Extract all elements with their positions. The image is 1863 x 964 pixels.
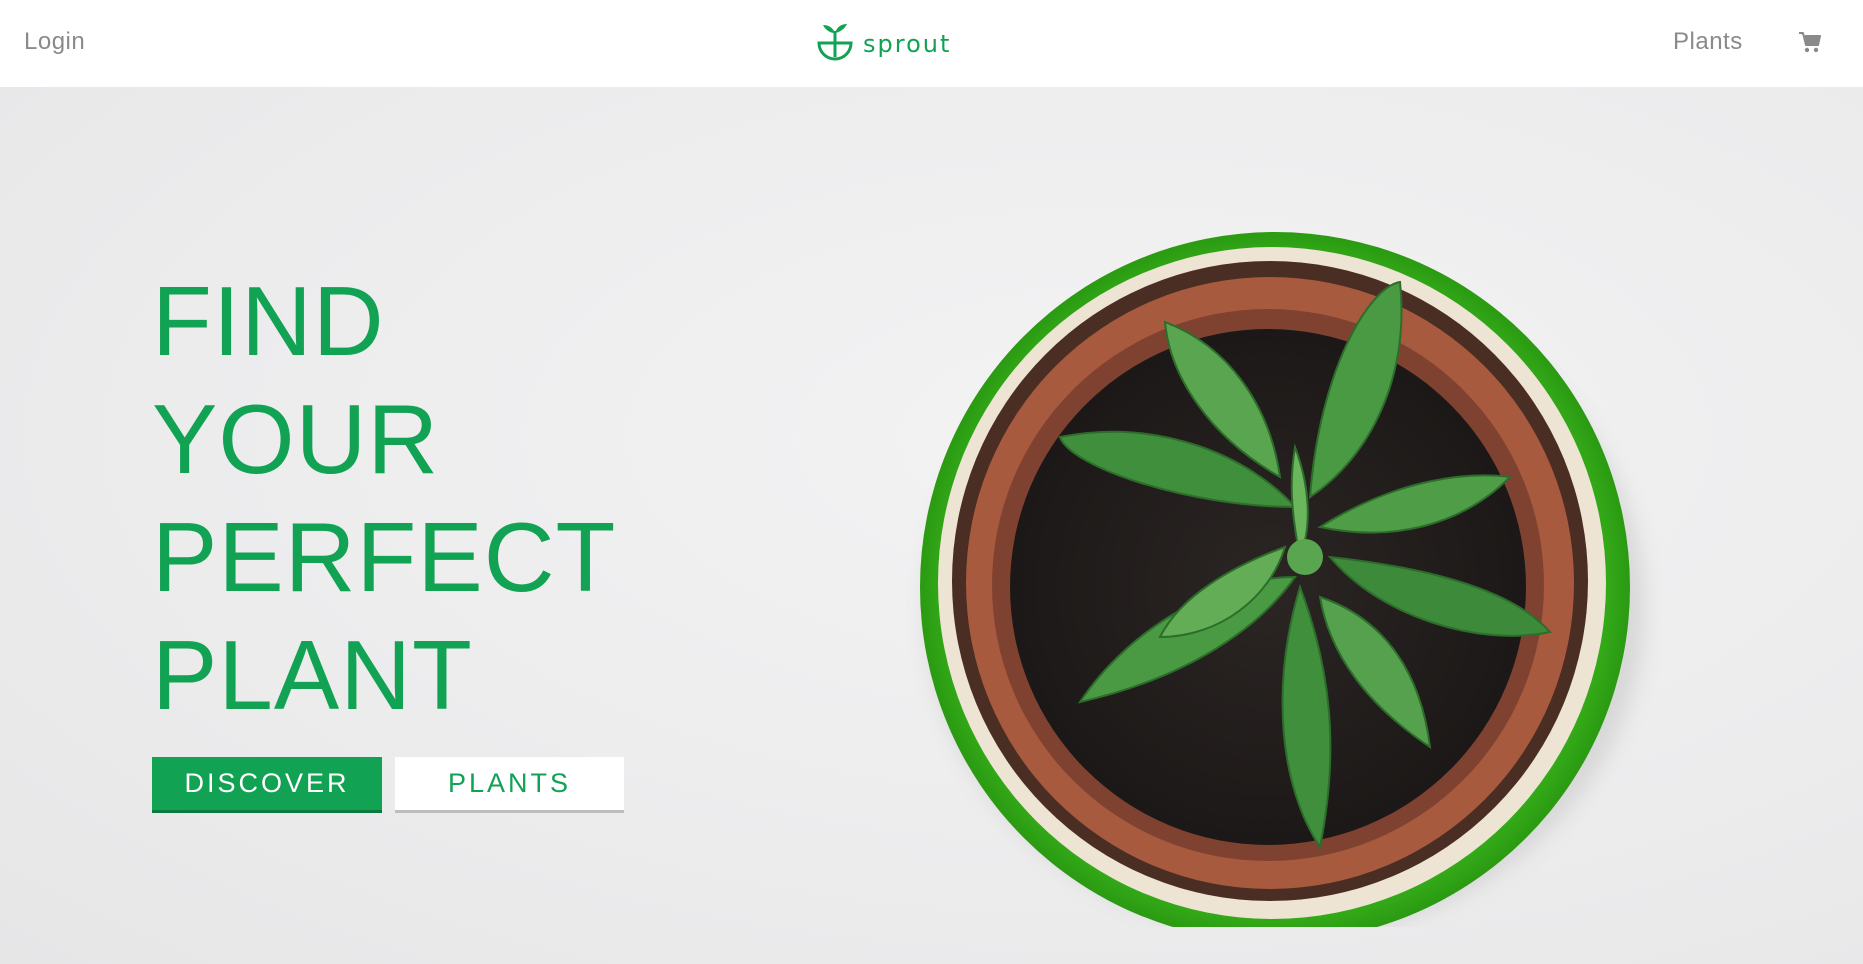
cart-icon[interactable]	[1797, 30, 1823, 54]
hero-section: FIND YOUR PERFECT PLANT DISCOVER PLANTS	[0, 87, 1863, 964]
potted-seedling-image	[920, 232, 1645, 927]
sprout-logo-icon	[817, 24, 853, 61]
discover-button[interactable]: DISCOVER	[152, 757, 382, 813]
hero-title: FIND YOUR PERFECT PLANT	[152, 262, 616, 734]
login-link[interactable]: Login	[24, 28, 85, 56]
hero-title-line: PERFECT	[152, 502, 617, 612]
hero-title-line: YOUR	[152, 384, 440, 494]
nav-plants-link[interactable]: Plants	[1673, 28, 1743, 56]
hero-title-line: PLANT	[152, 620, 473, 730]
sprout-logo[interactable]: sprout	[815, 22, 951, 66]
hero-title-line: FIND	[152, 266, 385, 376]
logo-text: sprout	[863, 30, 952, 58]
site-header: Login sprout Plants	[0, 0, 1863, 87]
plants-button[interactable]: PLANTS	[395, 757, 624, 813]
